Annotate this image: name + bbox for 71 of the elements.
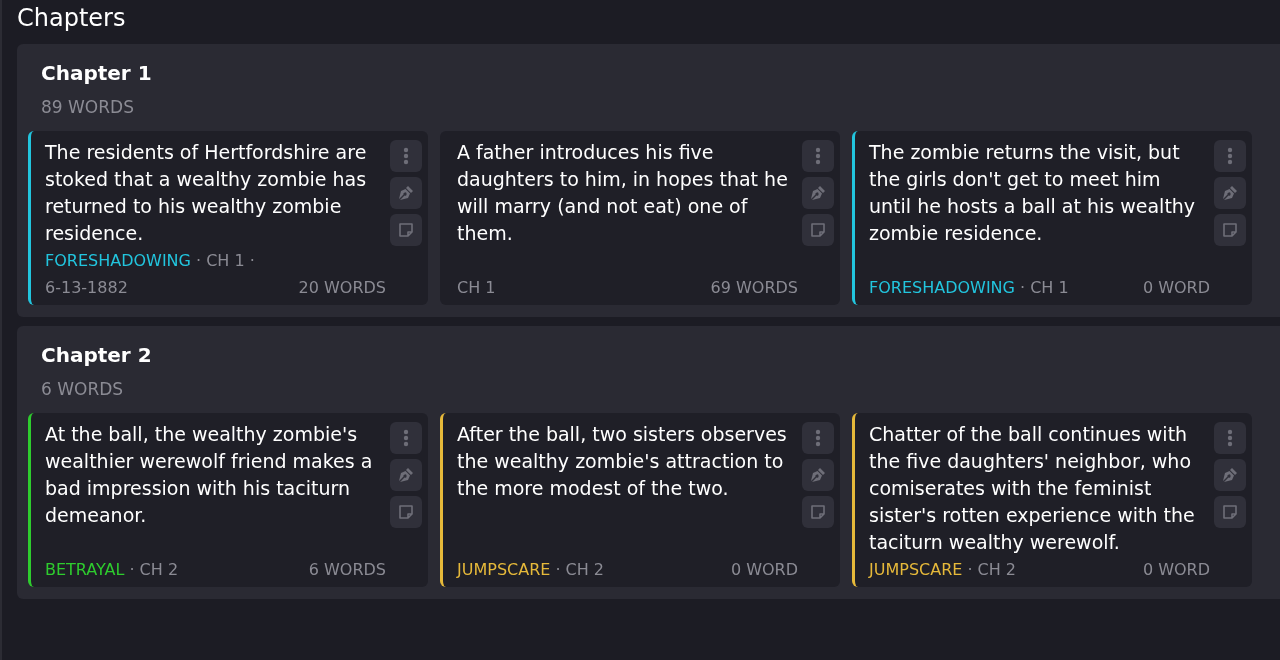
meta-text: · CH 1 [1020, 277, 1069, 299]
note-icon [1221, 221, 1239, 239]
more-button[interactable] [802, 140, 834, 172]
scene-card[interactable]: The zombie returns the visit, but the girls don't get to meet him until he hosts a ball at his wealthy zombie residence. FORESHADOWING · CH 1 0 WORD [852, 131, 1252, 305]
edit-button[interactable] [1214, 177, 1246, 209]
note-icon [1221, 503, 1239, 521]
scene-summary: Chatter of the ball continues with the five daughters' neighbor, who comiserates with the feminist sister's rotten experience with the taciturn wealthy werewolf. [869, 422, 1196, 555]
pen-nib-icon [809, 184, 827, 202]
pen-nib-icon [809, 466, 827, 484]
word-count: 0 WORD [1142, 559, 1210, 581]
scene-summary: After the ball, two sisters observes the wealthy zombie's attraction to the more modest of the two. [457, 422, 788, 501]
note-icon [397, 503, 415, 521]
scene-card[interactable]: After the ball, two sisters observes the wealthy zombie's attraction to the more modest of the two. JUMPSCARE · CH 2 0 WORD [440, 413, 840, 587]
word-count: 69 WORDS [710, 277, 798, 299]
more-button[interactable] [390, 422, 422, 454]
more-icon [815, 429, 821, 447]
edit-button[interactable] [802, 177, 834, 209]
note-icon [397, 221, 415, 239]
pen-nib-icon [397, 184, 415, 202]
word-count: 6 WORDS [41, 378, 124, 401]
edit-button[interactable] [390, 459, 422, 491]
word-count: 6 WORDS [308, 559, 386, 581]
chapter-title: Chapter 1 [41, 60, 152, 87]
edit-button[interactable] [802, 459, 834, 491]
more-icon [403, 429, 409, 447]
meta-text: · CH 2 [129, 559, 179, 581]
edit-button[interactable] [390, 177, 422, 209]
more-icon [1227, 147, 1233, 165]
note-icon [809, 503, 827, 521]
note-button[interactable] [1214, 496, 1246, 528]
note-button[interactable] [802, 496, 834, 528]
meta-text: · CH 2 [555, 559, 605, 581]
meta-text: · CH 1 · [196, 250, 255, 272]
note-button[interactable] [390, 214, 422, 246]
note-icon [809, 221, 827, 239]
word-count: 0 WORD [1142, 277, 1210, 299]
scene-card[interactable]: A father introduces his five daughters to him, in hopes that he will marry (and not eat) one of them. CH 1 69 WORDS [440, 131, 840, 305]
tag-label: JUMPSCARE [457, 559, 551, 581]
note-button[interactable] [1214, 214, 1246, 246]
meta-text: · CH 2 [967, 559, 1017, 581]
meta-text: CH 1 [457, 277, 496, 299]
pen-nib-icon [1221, 466, 1239, 484]
scene-card[interactable]: At the ball, the wealthy zombie's wealthier werewolf friend makes a bad impression with his taciturn demeanor. BETRAYAL · CH 2 6 WORDS [28, 413, 428, 587]
tag-label: FORESHADOWING [45, 250, 191, 272]
note-button[interactable] [390, 496, 422, 528]
scene-summary: The residents of Hertfordshire are stoked that a wealthy zombie has returned to his wealthy zombie residence. [45, 140, 368, 246]
more-button[interactable] [1214, 140, 1246, 172]
edit-button[interactable] [1214, 459, 1246, 491]
more-button[interactable] [390, 140, 422, 172]
scene-summary: A father introduces his five daughters to him, in hopes that he will marry (and not eat) one of them. [457, 140, 789, 246]
more-button[interactable] [1214, 422, 1246, 454]
scene-summary: At the ball, the wealthy zombie's wealthier werewolf friend makes a bad impression with his taciturn demeanor. [45, 422, 374, 528]
word-count: 89 WORDS [41, 96, 134, 119]
chapter-title: Chapter 2 [41, 342, 152, 369]
meta-text: 6-13-1882 [45, 277, 128, 299]
page-title: Chapters [17, 3, 126, 34]
more-icon [403, 147, 409, 165]
tag-label: FORESHADOWING [869, 277, 1015, 299]
pen-nib-icon [1221, 184, 1239, 202]
scene-card[interactable]: The residents of Hertfordshire are stoked that a wealthy zombie has returned to his wealthy zombie residence. FORESHADOWING · CH 1 · 6-13-1882 20 WORDS [28, 131, 428, 305]
tag-label: BETRAYAL [45, 559, 125, 581]
word-count: 0 WORD [730, 559, 798, 581]
scene-summary: The zombie returns the visit, but the girls don't get to meet him until he hosts a ball at his wealthy zombie residence. [869, 140, 1197, 246]
more-icon [1227, 429, 1233, 447]
scene-card[interactable]: Chatter of the ball continues with the five daughters' neighbor, who comiserates with the feminist sister's rotten experience with the taciturn wealthy werewolf. JUMPSCARE · CH 2 0 WORD [852, 413, 1252, 587]
more-icon [815, 147, 821, 165]
note-button[interactable] [802, 214, 834, 246]
more-button[interactable] [802, 422, 834, 454]
pen-nib-icon [397, 466, 415, 484]
tag-label: JUMPSCARE [869, 559, 963, 581]
word-count: 20 WORDS [298, 277, 386, 299]
